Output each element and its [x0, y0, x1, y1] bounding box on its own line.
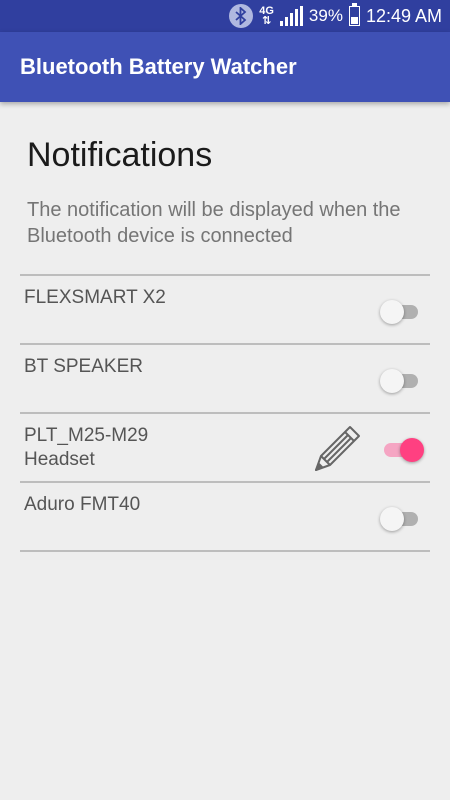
device-row-aduro[interactable]: Aduro FMT40: [20, 483, 430, 552]
device-list: FLEXSMART X2 BT SPEAKER PLT_M25-M29 Head…: [20, 274, 430, 552]
app-bar: Bluetooth Battery Watcher: [0, 32, 450, 102]
bluetooth-glyph: [235, 7, 247, 25]
notification-toggle[interactable]: [380, 369, 420, 393]
notification-toggle[interactable]: [380, 300, 420, 324]
status-bar: 4G ⇅ 39% 12:49 AM: [0, 0, 450, 32]
device-name: PLT_M25-M29 Headset: [24, 425, 149, 470]
pencil-icon[interactable]: [310, 420, 366, 476]
clock: 12:49 AM: [365, 5, 442, 26]
device-row-bt-speaker[interactable]: BT SPEAKER: [20, 345, 430, 414]
device-row-flexsmart[interactable]: FLEXSMART X2: [20, 276, 430, 345]
device-name: Aduro FMT40: [24, 494, 141, 515]
battery-percent: 39%: [308, 6, 343, 25]
data-arrows-icon: ⇅: [261, 15, 272, 27]
toggle-thumb: [400, 438, 424, 462]
notification-toggle[interactable]: [380, 507, 420, 531]
bluetooth-icon: [229, 4, 254, 28]
page-description: The notification will be displayed when …: [27, 199, 401, 247]
device-name: FLEXSMART X2: [24, 287, 166, 308]
toggle-thumb: [380, 300, 404, 324]
notification-toggle[interactable]: [382, 438, 424, 462]
device-row-plt-headset[interactable]: PLT_M25-M29 Headset: [20, 414, 430, 483]
battery-icon: [348, 3, 360, 26]
toggle-thumb: [380, 369, 404, 393]
toggle-thumb: [380, 507, 404, 531]
app-title: Bluetooth Battery Watcher: [20, 54, 297, 79]
signal-icon: [279, 6, 303, 26]
network-4g-icon: 4G ⇅: [259, 6, 274, 27]
status-icons: 4G ⇅ 39% 12:49 AM: [229, 0, 442, 32]
device-name: BT SPEAKER: [24, 356, 143, 377]
page-heading: Notifications: [27, 136, 213, 174]
main-content: Notifications The notification will be d…: [20, 102, 430, 552]
